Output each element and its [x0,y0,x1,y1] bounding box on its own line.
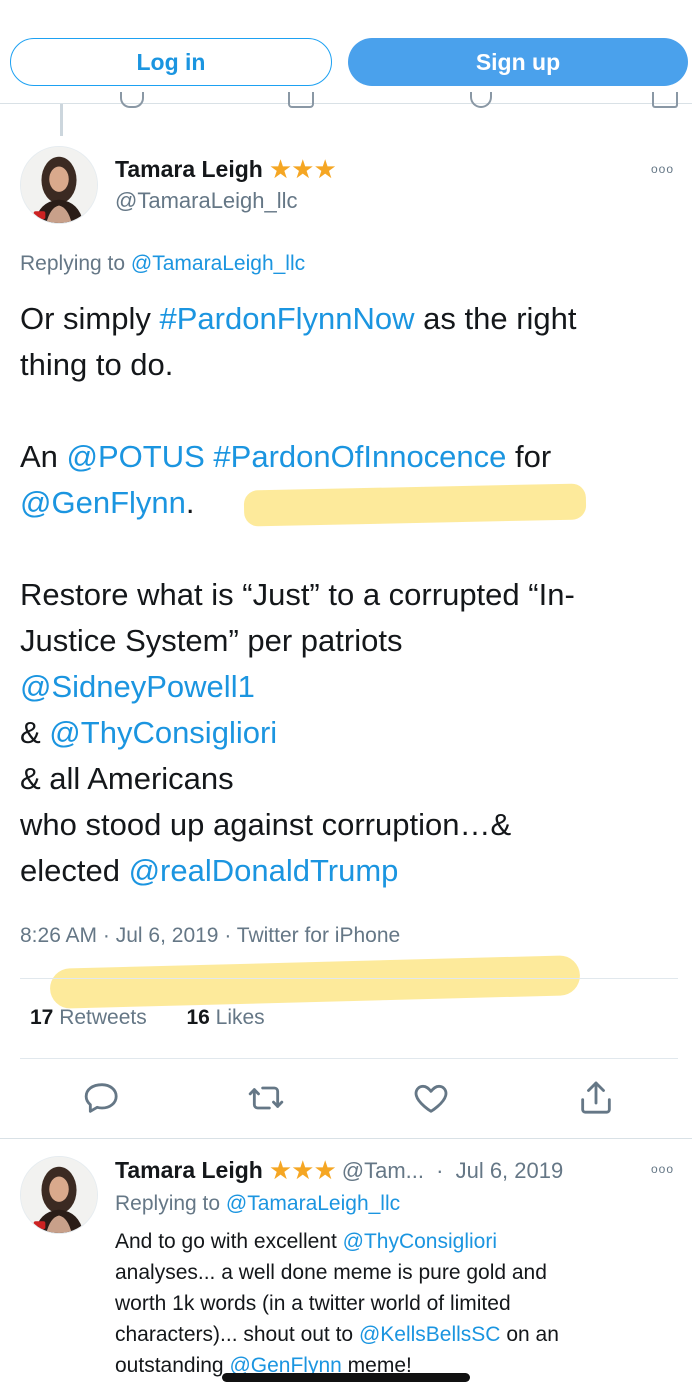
tweet-text-line: analyses... a well done meme is pure gol… [115,1261,547,1284]
author-name[interactable]: Tamara Leigh [115,156,263,183]
replying-handle-link[interactable]: @TamaraLeigh_llc [131,252,305,275]
avatar[interactable] [20,146,98,224]
tweet-text-segment: on an [500,1323,559,1346]
divider [20,978,678,979]
tweet-text-segment: And to go with excellent [115,1230,343,1253]
replying-to: Replying to @TamaraLeigh_llc [20,252,305,276]
reply-icon[interactable] [82,1078,122,1118]
tweet-text-segment: Or simply [20,301,160,336]
dot-separator: · [430,1157,450,1183]
replying-prefix: Replying to [115,1192,221,1215]
star-emoji-icon: ★★★ [268,1155,337,1185]
previous-tweet-actions [0,92,692,108]
tweet-source: Twitter for iPhone [236,924,401,947]
heart-icon [470,92,492,108]
hashtag-link[interactable]: #PardonOfInnocence [213,439,506,474]
avatar-image [21,1157,97,1233]
tweet-text-segment: as the right [414,301,577,336]
avatar-image [21,147,97,223]
highlighter-mark [49,955,581,1009]
avatar[interactable] [20,1156,98,1234]
author-line: Tamara Leigh ★★★ [115,154,337,185]
tweet-text-line: Restore what is “Just” to a corrupted “I… [20,577,575,612]
mention-link[interactable]: @KellsBellsSC [359,1323,501,1346]
thread-connector [60,104,63,136]
replying-prefix: Replying to [20,252,126,275]
tweet-text-line: who stood up against corruption…& [20,807,512,842]
tweet-text-segment: outstanding [115,1354,230,1377]
auth-bar: Log in Sign up [0,0,692,104]
reply-text: And to go with excellent @ThyConsigliori… [115,1226,675,1381]
reply-author-line: Tamara Leigh ★★★ @Tam... · Jul 6, 2019 [115,1155,563,1186]
tweet-date[interactable]: Jul 6, 2019 [116,924,219,947]
tweet-text-line: & all Americans [20,761,234,796]
tweet-text-segment: for [506,439,552,474]
share-icon [652,92,678,108]
tweet-stats: 17 Retweets 16 Likes [30,1006,265,1030]
mention-link[interactable]: @POTUS [67,439,205,474]
mention-link[interactable]: @ThyConsigliori [49,715,277,750]
replying-handle-link[interactable]: @TamaraLeigh_llc [226,1192,400,1215]
reply-icon [120,92,144,108]
author-handle[interactable]: @TamaraLeigh_llc [115,188,298,214]
tweet-text-segment: & [20,715,50,750]
tweet-text-segment: elected [20,853,129,888]
divider [20,1058,678,1059]
tweet-text-segment: characters)... shout out to [115,1323,359,1346]
likes-stat[interactable]: 16 Likes [186,1006,264,1029]
author-name[interactable]: Tamara Leigh [115,1157,263,1184]
retweet-icon [288,92,314,108]
mention-link[interactable]: @realDonaldTrump [129,853,399,888]
tweet-metadata: 8:26 AM · Jul 6, 2019 · Twitter for iPho… [20,924,401,947]
tweet-text-line: worth 1k words (in a twitter world of li… [115,1292,511,1315]
tweet-text-segment: An [20,439,67,474]
mention-link[interactable]: @GenFlynn [20,485,186,520]
tweet-text-line: Justice System” per patriots [20,623,403,658]
retweets-stat[interactable]: 17 Retweets [30,1006,147,1029]
tweet-text-line: thing to do. [20,347,174,382]
tweet-time[interactable]: 8:26 AM [20,924,97,947]
more-options-icon[interactable]: ooo [651,1162,674,1176]
like-heart-icon[interactable] [411,1078,451,1118]
more-options-icon[interactable]: ooo [651,162,674,176]
star-emoji-icon: ★★★ [268,154,337,184]
author-handle[interactable]: @Tam... [342,1158,424,1184]
hashtag-link[interactable]: #PardonFlynnNow [160,301,415,336]
reply-date[interactable]: Jul 6, 2019 [456,1158,564,1184]
mention-link[interactable]: @SidneyPowell1 [20,664,680,710]
login-button[interactable]: Log in [10,38,332,86]
retweet-icon[interactable] [246,1078,286,1118]
replying-to: Replying to @TamaraLeigh_llc [115,1192,400,1216]
tweet-text: Or simply #PardonFlynnNow as the right t… [20,296,680,894]
mention-link[interactable]: @ThyConsigliori [343,1230,497,1253]
home-indicator[interactable] [222,1373,470,1382]
share-icon[interactable] [576,1078,616,1118]
signup-button[interactable]: Sign up [348,38,688,86]
tweet-text-segment: . [185,485,195,520]
